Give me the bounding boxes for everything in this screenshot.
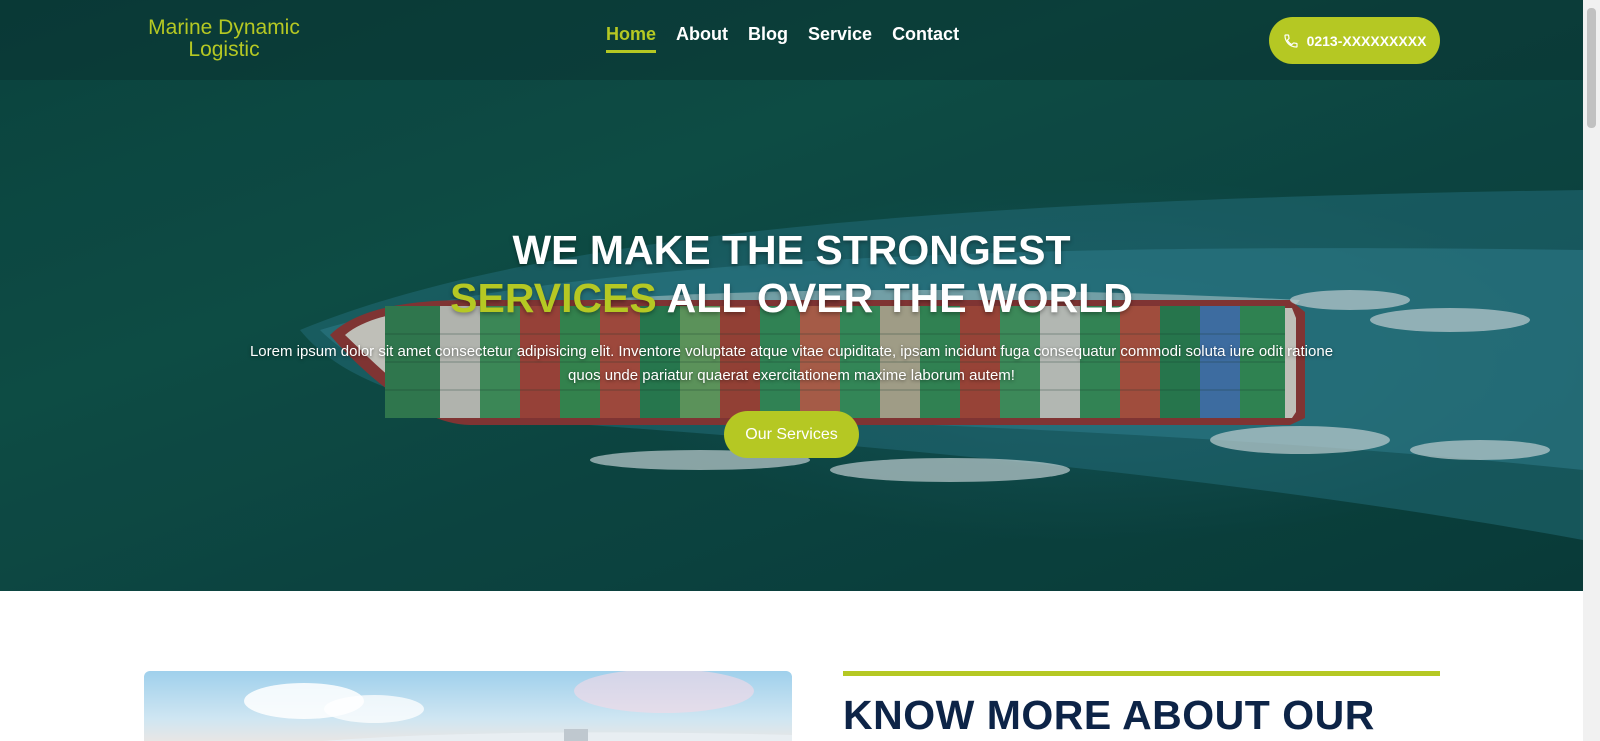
page-scrollbar[interactable] <box>1583 0 1600 741</box>
hero-title-accent: SERVICES <box>450 275 657 321</box>
about-heading: KNOW MORE ABOUT OUR <box>843 692 1375 738</box>
scrollbar-thumb[interactable] <box>1587 8 1596 128</box>
cargo-plane-image <box>244 671 792 741</box>
phone-button[interactable]: 0213-XXXXXXXXX <box>1269 17 1440 64</box>
page: Marine Dynamic Logistic Home About Blog … <box>0 0 1583 741</box>
phone-number: 0213-XXXXXXXXX <box>1306 32 1427 49</box>
hero-description: Lorem ipsum dolor sit amet consectetur a… <box>249 343 1334 384</box>
about-divider-line <box>843 671 1440 676</box>
phone-icon <box>1283 33 1298 48</box>
nav-item-contact[interactable]: Contact <box>892 24 959 51</box>
hero-title-line2: ALL OVER THE WORLD <box>656 275 1133 321</box>
hero-section: Marine Dynamic Logistic Home About Blog … <box>0 0 1583 591</box>
main-nav: Home About Blog Service Contact <box>606 24 959 53</box>
nav-item-service[interactable]: Service <box>808 24 872 51</box>
navbar: Marine Dynamic Logistic Home About Blog … <box>0 0 1583 80</box>
nav-item-about[interactable]: About <box>676 24 728 51</box>
hero-title: WE MAKE THE STRONGEST SERVICES ALL OVER … <box>0 226 1583 322</box>
site-logo[interactable]: Marine Dynamic Logistic <box>140 17 308 61</box>
about-image <box>144 671 792 741</box>
nav-item-home[interactable]: Home <box>606 24 657 53</box>
our-services-button[interactable]: Our Services <box>724 411 859 458</box>
nav-item-blog[interactable]: Blog <box>748 24 788 51</box>
hero-title-line1: WE MAKE THE STRONGEST <box>512 227 1071 273</box>
